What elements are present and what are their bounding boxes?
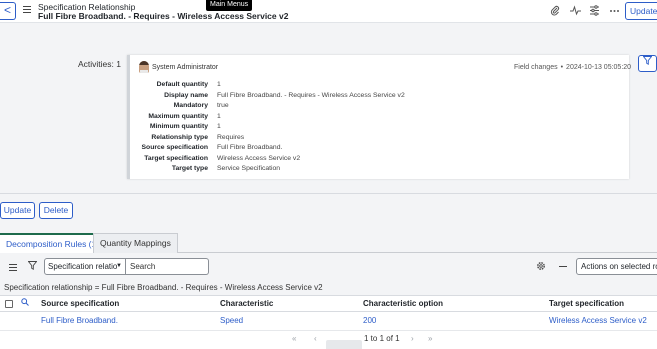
field-key: Relationship type [151, 133, 208, 141]
table-header: Source specification Characteristic Char… [0, 295, 657, 312]
field-row: Relationship type Requires [130, 133, 430, 143]
activity-meta: Field changes • 2024-10-13 05:05:20 [514, 64, 631, 71]
field-value: Wireless Access Service v2 [217, 154, 301, 162]
pagination: « ‹ 1 to 1 of 1 › » [0, 331, 657, 349]
update-button[interactable]: Update [0, 202, 35, 219]
column-header-characteristic-option[interactable]: Characteristic option [363, 296, 443, 312]
activity-card: System Administrator Field changes • 2024-… [127, 55, 631, 179]
hamburger-icon[interactable] [23, 6, 31, 14]
search-field-value: Specification relatio [48, 262, 118, 271]
search-input[interactable]: Search [126, 258, 209, 275]
field-value: 1 [217, 112, 221, 120]
tab-decomposition-rules[interactable]: Decomposition Rules (1) [0, 233, 106, 253]
funnel-icon [642, 56, 653, 66]
tab-quantity-mappings[interactable]: Quantity Mappings [93, 233, 178, 253]
last-page-button[interactable]: » [428, 334, 432, 343]
search-icon[interactable] [21, 298, 29, 308]
update-button-top[interactable]: Update [625, 2, 657, 20]
next-page-button[interactable]: › [411, 334, 414, 343]
prev-page-button[interactable]: ‹ [314, 334, 317, 343]
column-header-characteristic[interactable]: Characteristic [220, 296, 273, 312]
avatar [139, 61, 149, 73]
table-row: Full Fibre Broadband. Speed 200 Wireless… [0, 312, 657, 331]
field-row: Target type Service Specification [130, 164, 430, 174]
page-number-input[interactable] [326, 340, 362, 349]
field-value: true [217, 102, 229, 109]
search-field-select[interactable]: Specification relatio ▼ [44, 258, 126, 275]
field-key: Mandatory [173, 102, 208, 109]
actions-select[interactable]: Actions on selected rows [576, 258, 657, 275]
select-all-checkbox[interactable] [5, 300, 13, 308]
list-menu-icon[interactable] [9, 264, 17, 273]
field-value: 1 [217, 123, 221, 130]
filter-icon[interactable] [27, 261, 38, 273]
field-row: Default quantity 1 [130, 80, 430, 90]
field-key: Default quantity [156, 81, 208, 88]
field-key: Display name [164, 91, 208, 99]
activity-filter-button[interactable] [638, 55, 657, 72]
field-value: 1 [217, 81, 221, 88]
activity-type: Field changes [514, 64, 558, 71]
cell-target-specification[interactable]: Wireless Access Service v2 [549, 312, 647, 330]
cell-source-specification[interactable]: Full Fibre Broadband. [41, 312, 118, 330]
gear-icon[interactable] [536, 261, 546, 274]
chevron-down-icon: ▼ [116, 263, 122, 269]
activity-separator: • [560, 64, 564, 71]
field-row: Minimum quantity 1 [130, 122, 430, 132]
cell-characteristic[interactable]: Speed [220, 312, 243, 330]
form-header: < Specification Relationship Full Fibre … [0, 0, 657, 23]
field-key: Target type [171, 165, 208, 172]
activity-timestamp: 2024-10-13 05:05:20 [566, 64, 632, 71]
sliders-icon[interactable] [588, 5, 600, 17]
page-range-text: 1 to 1 of 1 [364, 334, 400, 343]
field-value: Full Fibre Broadband. - Requires - Wirel… [217, 91, 405, 99]
field-row: Maximum quantity 1 [130, 112, 430, 122]
column-header-target-specification[interactable]: Target specification [549, 296, 624, 312]
field-key: Target specification [144, 154, 208, 162]
field-row: Mandatory true [130, 101, 430, 111]
back-button[interactable]: < [0, 2, 16, 20]
activities-label: Activities: 1 [78, 59, 121, 69]
field-key: Source specification [141, 144, 208, 151]
field-value: Full Fibre Broadband. [217, 144, 283, 151]
field-key: Maximum quantity [148, 112, 208, 120]
paperclip-icon[interactable] [549, 5, 561, 17]
record-title: Full Fibre Broadband. - Requires - Wirel… [38, 11, 289, 21]
breadcrumb[interactable]: Specification relationship = Full Fibre … [4, 283, 323, 292]
tooltip: Main Menus [206, 0, 253, 11]
related-list-tabs: Decomposition Rules (1) Quantity Mapping… [0, 233, 657, 253]
field-value: Service Specification [217, 165, 281, 172]
column-header-source-specification[interactable]: Source specification [41, 296, 119, 312]
field-row: Target specification Wireless Access Serv… [130, 154, 430, 164]
field-row: Display name Full Fibre Broadband. - Requ… [130, 91, 430, 101]
field-key: Minimum quantity [149, 123, 208, 130]
pulse-icon[interactable] [569, 5, 581, 17]
field-row: Source specification Full Fibre Broadband… [130, 143, 430, 153]
activity-user: System Administrator [152, 64, 219, 71]
cell-characteristic-option[interactable]: 200 [363, 312, 376, 330]
first-page-button[interactable]: « [292, 334, 296, 343]
field-value: Requires [217, 133, 245, 141]
delete-button[interactable]: Delete [39, 202, 73, 219]
collapse-icon[interactable] [559, 266, 567, 267]
more-icon[interactable] [608, 5, 620, 17]
divider [0, 193, 657, 194]
